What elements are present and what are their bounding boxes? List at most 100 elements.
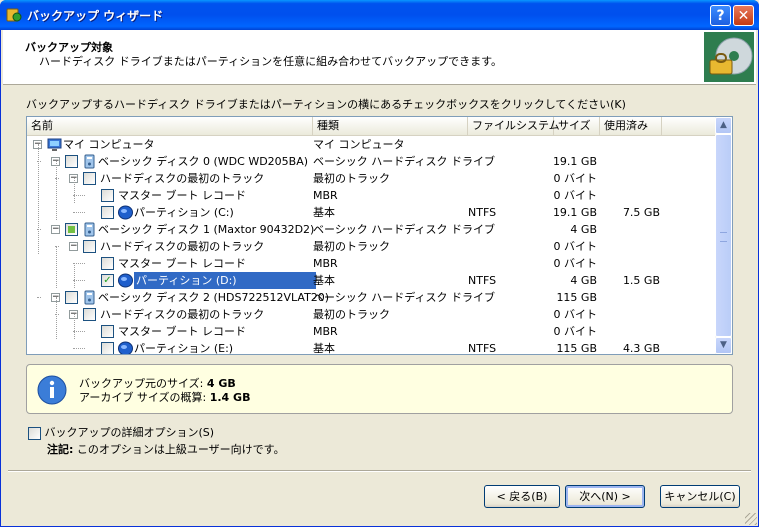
tree-row[interactable]: マスター ブート レコード MBR 0 バイト <box>27 187 716 204</box>
row-size: 4 GB <box>570 274 597 287</box>
tree-body: − マイ コンピュータ マイ コンピュータ − ベーシック ディスク 0 (WDC WD… <box>27 136 716 354</box>
next-button[interactable]: 次へ(N) > <box>565 485 645 508</box>
row-size: 4 GB <box>570 223 597 236</box>
row-type: MBR <box>313 325 338 338</box>
title-bar[interactable]: バックアップ ウィザード ? ✕ <box>0 0 759 30</box>
row-label[interactable]: マイ コンピュータ <box>63 136 155 153</box>
tree-row[interactable]: − ハードディスクの最初のトラック 最初のトラック 0 バイト <box>27 170 716 187</box>
row-type: 基本 <box>313 274 335 287</box>
row-label[interactable]: ベーシック ディスク 2 (HDS722512VLAT20) <box>98 289 329 306</box>
row-label[interactable]: ベーシック ディスク 1 (Maxtor 90432D2) <box>98 221 314 238</box>
tree-connector <box>74 314 75 339</box>
column-size[interactable]: サイズ <box>554 117 600 135</box>
wizard-header: バックアップ対象 ハードディスク ドライブまたはパーティションを任意に組み合わせ… <box>3 30 756 85</box>
column-type[interactable]: 種類 <box>313 117 468 135</box>
advanced-note: 注記: このオプションは上級ユーザー向けです。 <box>47 441 285 457</box>
row-size <box>547 136 597 153</box>
row-checkbox[interactable]: ✓ <box>101 274 114 287</box>
footer-divider <box>8 470 751 472</box>
row-used: 4.3 GB <box>622 342 660 354</box>
row-size: 115 GB <box>556 342 597 354</box>
row-label[interactable]: ハードディスクの最初のトラック <box>100 238 264 255</box>
row-checkbox[interactable] <box>101 189 114 202</box>
tree-row[interactable]: − ベーシック ディスク 0 (WDC WD205BA) ベーシック ハードディスク… <box>27 153 716 170</box>
wizard-window: バックアップ ウィザード ? ✕ バックアップ対象 ハードディスク ドライブまた… <box>0 0 759 527</box>
disk-tree-list[interactable]: 名前 種類 ファイルシステム サイズ 使用済み − マイ コンピュータ マイ コンピ… <box>26 116 733 355</box>
vertical-scrollbar[interactable]: ▲ ▼ <box>715 117 732 354</box>
scroll-down-icon[interactable]: ▼ <box>715 337 732 354</box>
row-used <box>602 306 660 323</box>
tree-row[interactable]: − マイ コンピュータ マイ コンピュータ <box>27 136 716 153</box>
row-checkbox[interactable] <box>83 172 96 185</box>
note-text: このオプションは上級ユーザー向けです。 <box>73 443 285 456</box>
tree-connector <box>38 144 39 254</box>
tree-row[interactable]: ✓ パーティション (D:) 基本 NTFS 4 GB 1.5 GB <box>27 272 716 289</box>
help-button[interactable]: ? <box>710 5 731 26</box>
column-filesystem[interactable]: ファイルシステム <box>468 117 560 135</box>
row-label[interactable]: マスター ブート レコード <box>118 255 246 272</box>
row-checkbox[interactable] <box>101 257 114 270</box>
row-label[interactable]: ベーシック ディスク 0 (WDC WD205BA) <box>98 153 308 170</box>
disk-icon <box>82 222 97 237</box>
row-checkbox[interactable] <box>65 155 78 168</box>
row-checkbox[interactable] <box>65 291 78 304</box>
page-subtitle: ハードディスク ドライブまたはパーティションを任意に組み合わせてバックアップでき… <box>39 55 502 68</box>
row-used <box>602 255 660 272</box>
cancel-button[interactable]: キャンセル(C) <box>660 485 740 508</box>
disk-icon <box>82 290 97 305</box>
info-icon <box>37 375 67 405</box>
tree-connector <box>74 178 75 203</box>
scroll-up-icon[interactable]: ▲ <box>715 117 732 134</box>
row-size: 19.1 GB <box>552 206 597 219</box>
row-checkbox[interactable] <box>101 342 114 354</box>
collapse-icon[interactable]: − <box>51 225 60 234</box>
partition-icon <box>118 205 133 220</box>
column-used[interactable]: 使用済み <box>600 117 662 135</box>
resize-grip-icon[interactable] <box>745 513 757 525</box>
advanced-options-label[interactable]: バックアップの詳細オプション(S) <box>45 426 215 439</box>
row-size: 19.1 GB <box>552 155 597 168</box>
partition-icon <box>118 273 133 288</box>
row-checkbox[interactable] <box>65 223 78 236</box>
row-filesystem: NTFS <box>468 206 497 219</box>
row-size: 0 バイト <box>553 325 598 338</box>
back-button[interactable]: < 戻る(B) <box>484 485 560 508</box>
scroll-thumb[interactable] <box>715 134 732 337</box>
tree-row[interactable]: マスター ブート レコード MBR 0 バイト <box>27 255 716 272</box>
row-size: 0 バイト <box>553 189 598 202</box>
note-label: 注記: <box>47 443 74 456</box>
advanced-options-checkbox[interactable]: バックアップの詳細オプション(S) <box>28 424 214 440</box>
row-filesystem: NTFS <box>468 274 497 287</box>
row-checkbox[interactable] <box>83 308 96 321</box>
column-name[interactable]: 名前 <box>27 117 313 135</box>
row-label[interactable]: パーティション (E:) <box>134 340 233 354</box>
row-type: MBR <box>313 257 338 270</box>
archive-size-line: アーカイブ サイズの概算: 1.4 GB <box>79 389 250 405</box>
row-label[interactable]: ハードディスクの最初のトラック <box>100 170 264 187</box>
row-label[interactable]: ハードディスクの最初のトラック <box>100 306 264 323</box>
tree-row[interactable]: − ハードディスクの最初のトラック 最初のトラック 0 バイト <box>27 306 716 323</box>
tree-row[interactable]: − ベーシック ディスク 1 (Maxtor 90432D2) ベーシック ハードデ… <box>27 221 716 238</box>
row-type: 最初のトラック <box>313 240 390 253</box>
row-size: 0 バイト <box>553 257 598 270</box>
row-label[interactable]: マスター ブート レコード <box>118 323 246 340</box>
tree-row[interactable]: パーティション (E:) 基本 NTFS 115 GB 4.3 GB <box>27 340 716 354</box>
row-checkbox[interactable] <box>101 325 114 338</box>
row-checkbox[interactable] <box>101 206 114 219</box>
row-type: 最初のトラック <box>313 308 390 321</box>
tree-row[interactable]: パーティション (C:) 基本 NTFS 19.1 GB 7.5 GB <box>27 204 716 221</box>
tree-row[interactable]: マスター ブート レコード MBR 0 バイト <box>27 323 716 340</box>
row-used: 7.5 GB <box>622 206 660 219</box>
row-label[interactable]: パーティション (D:) <box>134 272 316 289</box>
collapse-icon[interactable]: − <box>69 242 78 251</box>
advanced-options-check-icon[interactable] <box>28 427 41 440</box>
close-button[interactable]: ✕ <box>733 5 754 26</box>
info-panel: バックアップ元のサイズ: 4 GB アーカイブ サイズの概算: 1.4 GB <box>26 364 733 414</box>
row-label[interactable]: パーティション (C:) <box>134 204 234 221</box>
row-checkbox[interactable] <box>83 240 96 253</box>
row-used <box>602 238 660 255</box>
tree-row[interactable]: − ベーシック ディスク 2 (HDS722512VLAT20) ベーシック ハード… <box>27 289 716 306</box>
row-type: ベーシック ハードディスク ドライブ <box>313 291 496 304</box>
row-label[interactable]: マスター ブート レコード <box>118 187 246 204</box>
tree-row[interactable]: − ハードディスクの最初のトラック 最初のトラック 0 バイト <box>27 238 716 255</box>
